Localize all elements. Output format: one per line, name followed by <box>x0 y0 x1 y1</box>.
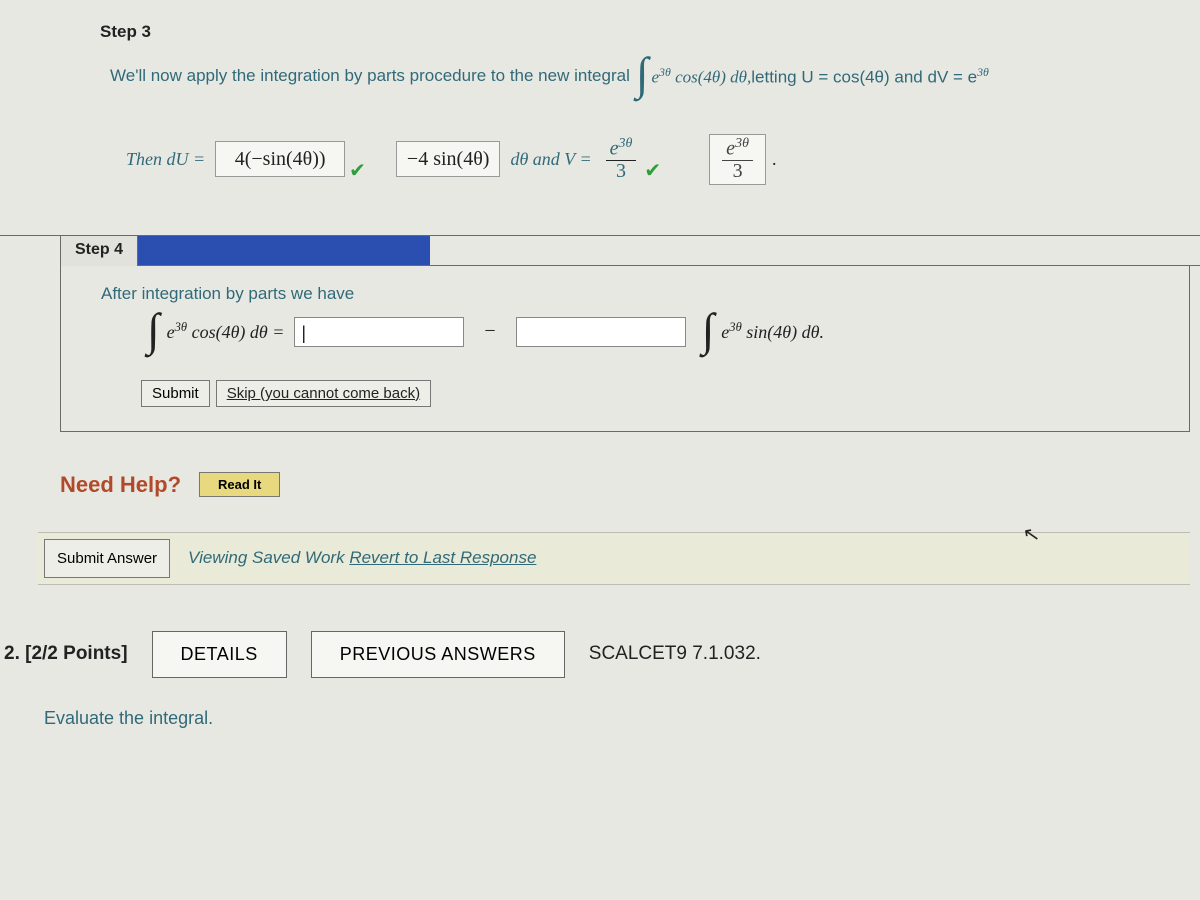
v-fraction: e3θ 3 <box>606 137 637 182</box>
rhs-rest: sin(4θ) dθ. <box>742 322 824 342</box>
step3-label: Step 3 <box>0 0 1200 50</box>
frac2-num-base: e <box>726 138 735 160</box>
du-answer-box[interactable]: 4(−sin(4θ)) <box>215 141 345 177</box>
details-button[interactable]: DETAILS <box>152 631 287 678</box>
step4-progress-bar <box>138 236 430 266</box>
extra-frac: e3θ 3 <box>722 137 753 182</box>
viewing-label: Viewing Saved Work <box>188 548 349 567</box>
step4-text: After integration by parts we have <box>101 284 1169 304</box>
integral-icon: ∫ <box>636 56 649 92</box>
step3-int-expr: e3θ cos(4θ) dθ, <box>651 65 751 88</box>
frac1-num-sup: 3θ <box>619 136 633 151</box>
int-rest: cos(4θ) dθ, <box>671 67 751 86</box>
e-base: e <box>651 67 659 86</box>
answer-blank-2[interactable] <box>516 317 686 347</box>
minus-sign: − <box>484 320 495 343</box>
submit-step-button[interactable]: Submit <box>141 380 210 407</box>
frac2-den: 3 <box>729 161 747 182</box>
frac1-den: 3 <box>612 161 630 182</box>
previous-answers-button[interactable]: PREVIOUS ANSWERS <box>311 631 565 678</box>
frac2-num-sup: 3θ <box>735 136 749 151</box>
rhs-sup: 3θ <box>729 320 741 334</box>
submit-answer-button[interactable]: Submit Answer <box>44 539 170 578</box>
step4-tab: Step 4 <box>60 236 138 266</box>
question-bar: 2. [2/2 Points] DETAILS PREVIOUS ANSWERS… <box>0 585 1200 678</box>
lhs-expr: e3θ cos(4θ) dθ = <box>167 320 285 343</box>
answer-blank-1[interactable]: | <box>294 317 464 347</box>
step3-equation-row: Then dU = 4(−sin(4θ)) ✔ −4 sin(4θ) dθ an… <box>0 94 1200 235</box>
integral-icon: ∫ <box>702 312 715 348</box>
post-sup: 3θ <box>977 65 989 79</box>
e-sup: 3θ <box>659 65 671 79</box>
saved-work-row: Submit Answer Viewing Saved Work Revert … <box>38 532 1190 585</box>
lhs-rest: cos(4θ) dθ = <box>187 322 284 342</box>
check-icon: ✔ <box>349 158 366 185</box>
read-it-button[interactable]: Read It <box>199 472 280 497</box>
v-answer-box[interactable]: −4 sin(4θ) <box>396 141 501 177</box>
step3-intro-pre: We'll now apply the integration by parts… <box>110 66 630 86</box>
dtheta-v-label: dθ and V = <box>510 149 591 170</box>
question-source: SCALCET9 7.1.032. <box>589 643 761 665</box>
question-number: 2. [2/2 Points] <box>4 643 128 665</box>
need-help-row: Need Help? Read It <box>0 432 1200 498</box>
then-du-label: Then dU = <box>126 149 205 170</box>
frac1-num-base: e <box>610 138 619 160</box>
saved-text: Viewing Saved Work Revert to Last Respon… <box>188 548 536 568</box>
check-icon: ✔ <box>644 158 661 185</box>
evaluate-label: Evaluate the integral. <box>0 678 1200 729</box>
extra-fraction-box[interactable]: e3θ 3 <box>709 134 766 185</box>
rhs-expr: e3θ sin(4θ) dθ. <box>721 320 824 343</box>
step3-intro: We'll now apply the integration by parts… <box>0 50 1200 94</box>
integral-icon: ∫ <box>147 312 160 348</box>
step4-equation-row: ∫ e3θ cos(4θ) dθ = | − ∫ e3θ sin(4θ) dθ. <box>101 314 1169 380</box>
period: . <box>772 149 777 170</box>
lhs-sup: 3θ <box>175 320 187 334</box>
revert-link[interactable]: Revert to Last Response <box>349 548 536 567</box>
step3-intro-post: letting U = cos(4θ) and dV = e3θ <box>751 65 989 88</box>
post-text: letting U = cos(4θ) and dV = e <box>751 67 977 86</box>
step4-section: Step 4 After integration by parts we hav… <box>0 235 1200 432</box>
skip-step-button[interactable]: Skip (you cannot come back) <box>216 380 431 407</box>
lhs-e: e <box>167 322 175 342</box>
need-help-label: Need Help? <box>60 472 181 498</box>
